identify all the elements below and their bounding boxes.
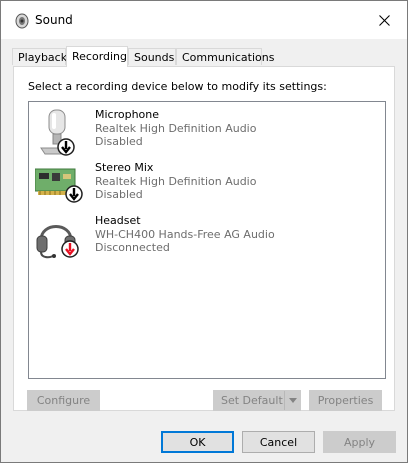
configure-button[interactable]: Configure <box>27 390 100 411</box>
device-item-microphone[interactable]: Microphone Realtek High Definition Audio… <box>35 108 375 158</box>
title-bar[interactable]: Sound <box>1 1 407 39</box>
tab-communications[interactable]: Communications <box>176 48 274 65</box>
device-name: Stereo Mix <box>95 161 154 174</box>
tab-sounds[interactable]: Sounds <box>128 48 176 65</box>
properties-button[interactable]: Properties <box>309 390 382 411</box>
device-description: WH-CH400 Hands-Free AG Audio <box>95 228 275 241</box>
set-default-label: Set Default <box>221 394 283 407</box>
tab-recording[interactable]: Recording <box>66 46 128 67</box>
cancel-button[interactable]: Cancel <box>242 431 315 453</box>
chevron-down-icon <box>288 398 297 403</box>
down-arrow-badge-icon <box>65 185 83 203</box>
device-status: Disabled <box>95 188 143 201</box>
device-item-headset[interactable]: Headset WH-CH400 Hands-Free AG Audio Dis… <box>35 214 375 264</box>
device-description: Realtek High Definition Audio <box>95 122 257 135</box>
device-list[interactable]: Microphone Realtek High Definition Audio… <box>28 101 386 379</box>
tab-playback[interactable]: Playback <box>12 48 67 65</box>
dialog-body: Playback Recording Sounds Communications… <box>1 39 407 462</box>
close-icon <box>378 14 390 26</box>
window-title: Sound <box>35 13 73 27</box>
device-name: Headset <box>95 214 141 227</box>
sound-dialog: Sound Playback Recording Sounds Communic… <box>0 0 408 463</box>
down-arrow-badge-icon <box>57 138 75 156</box>
device-status: Disabled <box>95 135 143 148</box>
speaker-icon <box>14 13 30 29</box>
red-down-arrow-badge-icon <box>61 240 79 258</box>
device-name: Microphone <box>95 108 160 121</box>
instruction-text: Select a recording device below to modif… <box>28 80 327 93</box>
device-description: Realtek High Definition Audio <box>95 175 257 188</box>
device-item-stereo-mix[interactable]: Stereo Mix Realtek High Definition Audio… <box>34 161 375 211</box>
ok-button[interactable]: OK <box>161 431 234 453</box>
apply-button[interactable]: Apply <box>323 431 396 453</box>
device-status: Disconnected <box>95 241 170 254</box>
recording-panel: Select a recording device below to modif… <box>13 66 395 411</box>
set-default-button[interactable]: Set Default <box>213 390 301 411</box>
set-default-dropdown[interactable] <box>284 391 300 410</box>
close-button[interactable] <box>361 1 407 39</box>
